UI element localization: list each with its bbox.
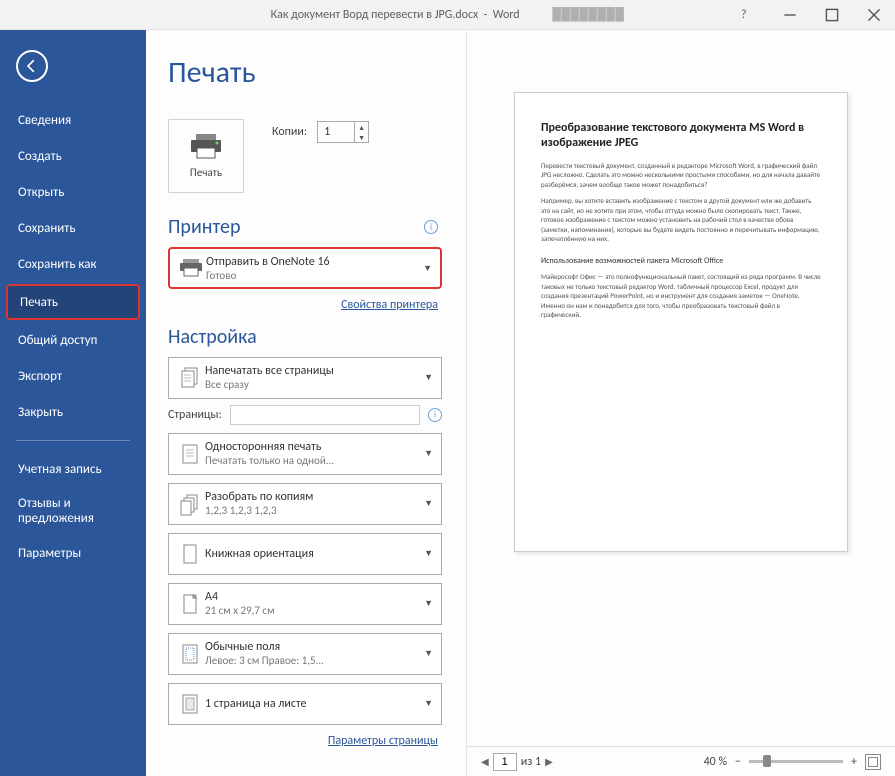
nav-account[interactable]: Учетная запись [0,451,146,487]
papersize-dropdown[interactable]: A4 21 см x 29,7 см ▼ [168,583,442,625]
preview-page: Преобразование текстового документа MS W… [514,92,848,552]
nav-close[interactable]: Закрыть [0,394,146,430]
copies-spinner[interactable]: 1 ▲▼ [317,121,369,143]
page-of-label: из 1 [521,755,541,769]
nav-options[interactable]: Параметры [0,535,146,571]
settings-section-heading: Настройка [168,325,466,349]
chevron-down-icon: ▼ [424,498,433,509]
back-button[interactable] [16,50,48,82]
print-preview: Преобразование текстового документа MS W… [466,30,895,776]
printer-info-icon[interactable]: i [424,220,438,234]
margins-dropdown[interactable]: Обычные поля Левое: 3 см Правое: 1,5... … [168,633,442,675]
zoom-label: 40 % [704,755,727,769]
portrait-icon [175,542,205,566]
pages-range-dropdown[interactable]: Напечатать все страницы Все сразу ▼ [168,357,442,399]
chevron-down-icon: ▼ [424,548,433,559]
nav-feedback[interactable]: Отзывы и предложения [0,487,146,535]
close-icon[interactable] [867,8,881,22]
oneside-icon [175,442,205,466]
nav-info[interactable]: Сведения [0,102,146,138]
nav-save[interactable]: Сохранить [0,210,146,246]
minimize-icon[interactable] [783,8,797,22]
orientation-dropdown[interactable]: Книжная ориентация ▼ [168,533,442,575]
page-setup-link[interactable]: Параметры страницы [168,731,438,753]
pages-info-icon[interactable]: i [428,408,442,422]
nav-open[interactable]: Открыть [0,174,146,210]
titlebar: Как документ Ворд перевести в JPG.docx -… [0,0,895,30]
chevron-down-icon: ▼ [424,598,433,609]
sides-dropdown[interactable]: Односторонняя печать Печатать только на … [168,433,442,475]
print-button-label: Печать [190,166,222,179]
pages-input[interactable] [230,405,420,425]
zoom-slider[interactable] [749,760,843,763]
printer-icon [189,134,223,160]
pages-label: Страницы: [168,408,222,422]
next-page-button[interactable]: ▶ [545,755,553,768]
zoom-to-page-button[interactable] [865,754,881,770]
user-name-placeholder: ████████ [552,8,624,22]
printer-name: Отправить в OneNote 16 [206,255,423,269]
printer-section-heading: Принтер i [168,215,466,239]
sheets-dropdown[interactable]: 1 страница на листе ▼ [168,683,442,725]
chevron-down-icon: ▼ [424,372,433,383]
sheets-icon [175,692,205,716]
nav-save-as[interactable]: Сохранить как [0,246,146,282]
sidebar-separator [16,440,130,441]
printer-status: Готово [206,269,423,282]
print-button[interactable]: Печать [168,119,244,193]
chevron-down-icon: ▼ [423,263,432,274]
page-number-input[interactable] [493,753,517,771]
collate-dropdown[interactable]: Разобрать по копиям 1,2,3 1,2,3 1,2,3 ▼ [168,483,442,525]
maximize-icon[interactable] [825,8,839,22]
chevron-down-icon: ▼ [424,698,433,709]
help-icon[interactable]: ? [741,8,755,22]
nav-share[interactable]: Общий доступ [0,322,146,358]
margins-icon [175,642,205,666]
app-name: Word [493,8,520,22]
document-title: Как документ Ворд перевести в JPG.docx [271,8,479,22]
printer-properties-link[interactable]: Свойства принтера [168,295,438,317]
spin-up-icon[interactable]: ▲ [355,122,368,132]
printer-device-icon [176,259,206,277]
copies-label: Копии: [272,121,307,139]
nav-print[interactable]: Печать [6,284,140,320]
print-panel: Печать Печать Копии: 1 ▲▼ Принтер i [146,30,466,776]
printer-dropdown[interactable]: Отправить в OneNote 16 Готово ▼ [168,247,442,289]
zoom-out-button[interactable]: − [735,755,741,769]
chevron-down-icon: ▼ [424,648,433,659]
pages-icon [175,366,205,390]
copies-value: 1 [318,125,354,139]
nav-export[interactable]: Экспорт [0,358,146,394]
spin-down-icon[interactable]: ▼ [355,132,368,142]
preview-doc-title: Преобразование текстового документа MS W… [541,121,821,151]
zoom-in-button[interactable]: + [851,755,857,769]
preview-statusbar: ◀ из 1 ▶ 40 % − + [467,746,895,776]
print-heading: Печать [168,54,466,91]
chevron-down-icon: ▼ [424,448,433,459]
collate-icon [175,492,205,516]
backstage-sidebar: Сведения Создать Открыть Сохранить Сохра… [0,30,146,776]
prev-page-button[interactable]: ◀ [481,755,489,768]
page-size-icon [175,592,205,616]
nav-new[interactable]: Создать [0,138,146,174]
